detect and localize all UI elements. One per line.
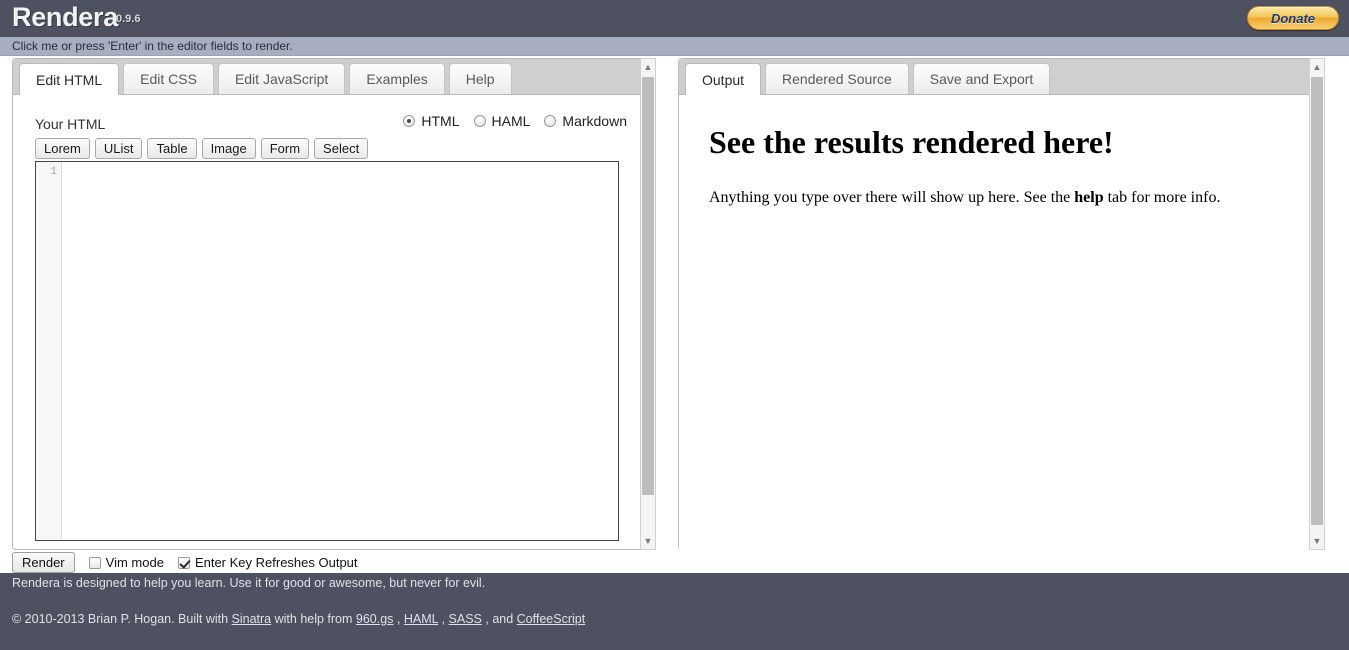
radio-html-label: HTML bbox=[421, 113, 460, 129]
link-960gs[interactable]: 960.gs bbox=[356, 612, 394, 626]
snippet-button-select[interactable]: Select bbox=[314, 138, 369, 159]
render-notice-bar[interactable]: Click me or press 'Enter' in the editor … bbox=[0, 37, 1349, 56]
footer-tagline-bar: Rendera is designed to help you learn. U… bbox=[0, 573, 1349, 599]
output-paragraph-before: Anything you type over there will show u… bbox=[709, 189, 1075, 206]
line-number: 1 bbox=[50, 166, 57, 178]
tab-help[interactable]: Help bbox=[448, 63, 512, 94]
link-haml[interactable]: HAML bbox=[404, 612, 438, 626]
output-panel-scrollbar[interactable]: ▲ ▼ bbox=[1309, 58, 1325, 550]
credit-prefix: © 2010-2013 Brian P. Hogan. Built with bbox=[12, 612, 232, 626]
radio-option-html[interactable]: HTML bbox=[403, 113, 460, 129]
tab-save-and-export[interactable]: Save and Export bbox=[912, 63, 1051, 94]
code-input-area[interactable] bbox=[62, 162, 618, 540]
scroll-down-arrow-icon[interactable]: ▼ bbox=[641, 533, 655, 549]
tab-edit-javascript[interactable]: Edit JavaScript bbox=[217, 63, 346, 94]
output-tab-strip: Output Rendered Source Save and Export bbox=[679, 59, 1321, 95]
tab-rendered-source[interactable]: Rendered Source bbox=[765, 63, 909, 94]
output-heading: See the results rendered here! bbox=[709, 124, 1114, 160]
credit-sep-1: , bbox=[393, 612, 404, 626]
output-paragraph-bold: help bbox=[1074, 189, 1104, 206]
editor-tab-strip: Edit HTML Edit CSS Edit JavaScript Examp… bbox=[13, 59, 645, 95]
snippet-button-lorem[interactable]: Lorem bbox=[35, 138, 90, 159]
radio-option-markdown[interactable]: Markdown bbox=[544, 113, 627, 129]
scroll-up-arrow-icon[interactable]: ▲ bbox=[1310, 59, 1324, 75]
snippet-button-bar: Lorem UList Table Image Form Select bbox=[35, 138, 373, 159]
output-paragraph-after: tab for more info. bbox=[1103, 189, 1221, 206]
link-sass[interactable]: SASS bbox=[449, 612, 482, 626]
vim-mode-checkbox-item[interactable]: Vim mode bbox=[88, 555, 164, 570]
brand-title: Rendera bbox=[12, 2, 118, 32]
editor-line-number-gutter: 1 bbox=[36, 162, 62, 540]
radio-haml-label: HAML bbox=[491, 113, 531, 129]
editor-field-label: Your HTML bbox=[35, 116, 106, 132]
output-preview-area: See the results rendered here! Anything … bbox=[679, 96, 1321, 551]
donate-button[interactable]: Donate bbox=[1247, 6, 1339, 30]
enter-key-label: Enter Key Refreshes Output bbox=[194, 555, 358, 570]
enter-key-checkbox[interactable] bbox=[177, 556, 190, 569]
tab-edit-css[interactable]: Edit CSS bbox=[123, 63, 214, 94]
radio-markdown-icon bbox=[544, 115, 557, 127]
bottom-controls: Render Vim mode Enter Key Refreshes Outp… bbox=[12, 552, 358, 573]
snippet-button-form[interactable]: Form bbox=[260, 138, 310, 159]
vim-mode-label: Vim mode bbox=[105, 555, 164, 570]
scroll-down-arrow-icon[interactable]: ▼ bbox=[1310, 533, 1324, 549]
html-code-editor[interactable]: 1 bbox=[35, 161, 619, 541]
scrollbar-thumb[interactable] bbox=[1311, 77, 1323, 525]
editor-panel: Edit HTML Edit CSS Edit JavaScript Examp… bbox=[12, 58, 646, 550]
editor-panel-scrollbar[interactable]: ▲ ▼ bbox=[640, 58, 656, 550]
link-coffeescript[interactable]: CoffeeScript bbox=[517, 612, 586, 626]
radio-option-haml[interactable]: HAML bbox=[473, 113, 531, 129]
donate-button-label: Donate bbox=[1270, 10, 1316, 26]
credit-sep-2: , bbox=[438, 612, 449, 626]
footer-credit: © 2010-2013 Brian P. Hogan. Built with S… bbox=[12, 612, 585, 626]
vim-mode-checkbox[interactable] bbox=[88, 556, 101, 569]
snippet-button-ulist[interactable]: UList bbox=[94, 138, 143, 159]
output-panel: Output Rendered Source Save and Export S… bbox=[678, 58, 1322, 551]
link-sinatra[interactable]: Sinatra bbox=[232, 612, 272, 626]
brand-version: 0.9.6 bbox=[116, 13, 141, 25]
credit-sep-3: , and bbox=[481, 612, 517, 626]
tab-examples[interactable]: Examples bbox=[349, 63, 445, 94]
format-radio-group: HTML HAML Markdown bbox=[389, 113, 627, 129]
footer-tagline: Rendera is designed to help you learn. U… bbox=[12, 576, 486, 590]
app-header: Rendera 0.9.6 Donate bbox=[0, 0, 1349, 37]
credit-mid: with help from bbox=[271, 612, 356, 626]
tab-edit-html[interactable]: Edit HTML bbox=[19, 63, 120, 95]
render-button[interactable]: Render bbox=[12, 552, 75, 573]
scrollbar-thumb[interactable] bbox=[642, 77, 654, 495]
render-notice-text: Click me or press 'Enter' in the editor … bbox=[12, 39, 293, 53]
footer-credit-bar: © 2010-2013 Brian P. Hogan. Built with S… bbox=[0, 599, 1349, 650]
enter-key-checkbox-item[interactable]: Enter Key Refreshes Output bbox=[177, 555, 358, 570]
scroll-up-arrow-icon[interactable]: ▲ bbox=[641, 59, 655, 75]
output-paragraph: Anything you type over there will show u… bbox=[709, 189, 1295, 207]
radio-html-icon bbox=[403, 115, 416, 127]
radio-haml-icon bbox=[473, 115, 486, 127]
tab-output[interactable]: Output bbox=[685, 63, 762, 95]
snippet-button-table[interactable]: Table bbox=[147, 138, 197, 159]
snippet-button-image[interactable]: Image bbox=[201, 138, 256, 159]
radio-markdown-label: Markdown bbox=[562, 113, 627, 129]
